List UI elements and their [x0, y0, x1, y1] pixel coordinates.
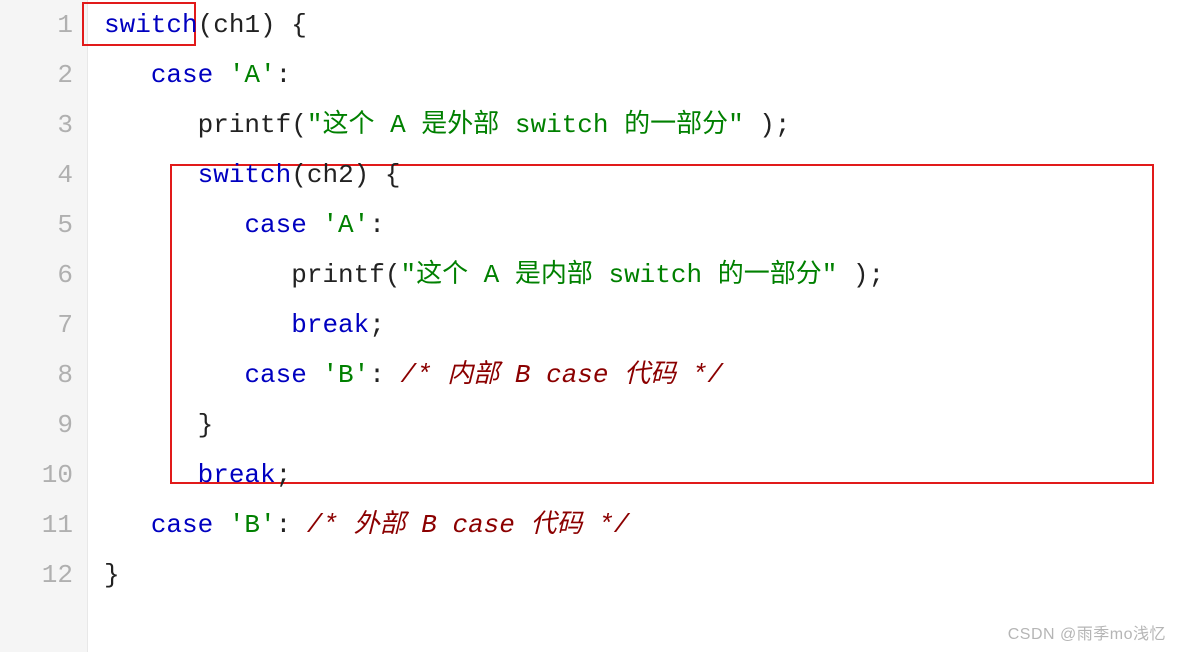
identifier: ch2	[307, 160, 354, 190]
fn-printf: printf	[198, 110, 292, 140]
indent	[104, 310, 291, 340]
line-number: 7	[0, 300, 73, 350]
keyword-break: break	[291, 310, 369, 340]
comment: /* 外部 B case 代码 */	[307, 510, 629, 540]
code-line: printf("这个 A 是外部 switch 的一部分" );	[104, 100, 1184, 150]
indent	[104, 260, 291, 290]
keyword-case: case	[151, 510, 229, 540]
paren-close-brace: ) {	[260, 10, 307, 40]
line-number: 6	[0, 250, 73, 300]
code-line: }	[104, 400, 1184, 450]
line-number: 12	[0, 550, 73, 600]
code-line: printf("这个 A 是内部 switch 的一部分" );	[104, 250, 1184, 300]
code-line: break;	[104, 300, 1184, 350]
line-number: 8	[0, 350, 73, 400]
line-number: 3	[0, 100, 73, 150]
line-number: 2	[0, 50, 73, 100]
indent	[104, 160, 198, 190]
line-number: 11	[0, 500, 73, 550]
semicolon: ;	[276, 460, 292, 490]
watermark: CSDN @雨季mo浅忆	[1008, 620, 1166, 644]
line-number: 5	[0, 200, 73, 250]
paren-open: (	[291, 110, 307, 140]
paren-open: (	[385, 260, 401, 290]
keyword-case: case	[151, 60, 229, 90]
semicolon: ;	[369, 310, 385, 340]
char-literal: 'A'	[229, 60, 276, 90]
indent	[104, 410, 198, 440]
indent	[104, 360, 244, 390]
indent	[104, 210, 244, 240]
line-number: 1	[0, 0, 73, 50]
string-literal: "这个 A 是外部 switch 的一部分"	[307, 110, 744, 140]
colon: :	[369, 210, 385, 240]
code-line: case 'A':	[104, 50, 1184, 100]
colon: :	[276, 510, 307, 540]
code-line: switch(ch2) {	[104, 150, 1184, 200]
code-line: switch(ch1) {	[104, 0, 1184, 50]
comment: /* 内部 B case 代码 */	[400, 360, 722, 390]
char-literal: 'B'	[229, 510, 276, 540]
identifier: ch1	[213, 10, 260, 40]
line-number-gutter: 1 2 3 4 5 6 7 8 9 10 11 12	[0, 0, 88, 652]
paren-close-semi: );	[744, 110, 791, 140]
code-content: switch(ch1) { case 'A': printf("这个 A 是外部…	[88, 0, 1184, 652]
code-line: case 'A':	[104, 200, 1184, 250]
string-literal: "这个 A 是内部 switch 的一部分"	[400, 260, 837, 290]
colon: :	[369, 360, 400, 390]
code-line: case 'B': /* 外部 B case 代码 */	[104, 500, 1184, 550]
line-number: 9	[0, 400, 73, 450]
indent	[104, 510, 151, 540]
keyword-case: case	[244, 360, 322, 390]
keyword-switch: switch	[198, 160, 292, 190]
paren-close-semi: );	[837, 260, 884, 290]
brace-close: }	[104, 560, 120, 590]
code-line: case 'B': /* 内部 B case 代码 */	[104, 350, 1184, 400]
line-number: 10	[0, 450, 73, 500]
indent	[104, 60, 151, 90]
paren-open: (	[198, 10, 214, 40]
line-number: 4	[0, 150, 73, 200]
keyword-break: break	[198, 460, 276, 490]
paren-open: (	[291, 160, 307, 190]
char-literal: 'A'	[322, 210, 369, 240]
char-literal: 'B'	[322, 360, 369, 390]
code-block: 1 2 3 4 5 6 7 8 9 10 11 12 switch(ch1) {…	[0, 0, 1184, 652]
keyword-case: case	[244, 210, 322, 240]
brace-close: }	[198, 410, 214, 440]
indent	[104, 110, 198, 140]
indent	[104, 460, 198, 490]
colon: :	[276, 60, 292, 90]
code-line: }	[104, 550, 1184, 600]
paren-close-brace: ) {	[354, 160, 401, 190]
keyword-switch: switch	[104, 10, 198, 40]
fn-printf: printf	[291, 260, 385, 290]
code-line: break;	[104, 450, 1184, 500]
